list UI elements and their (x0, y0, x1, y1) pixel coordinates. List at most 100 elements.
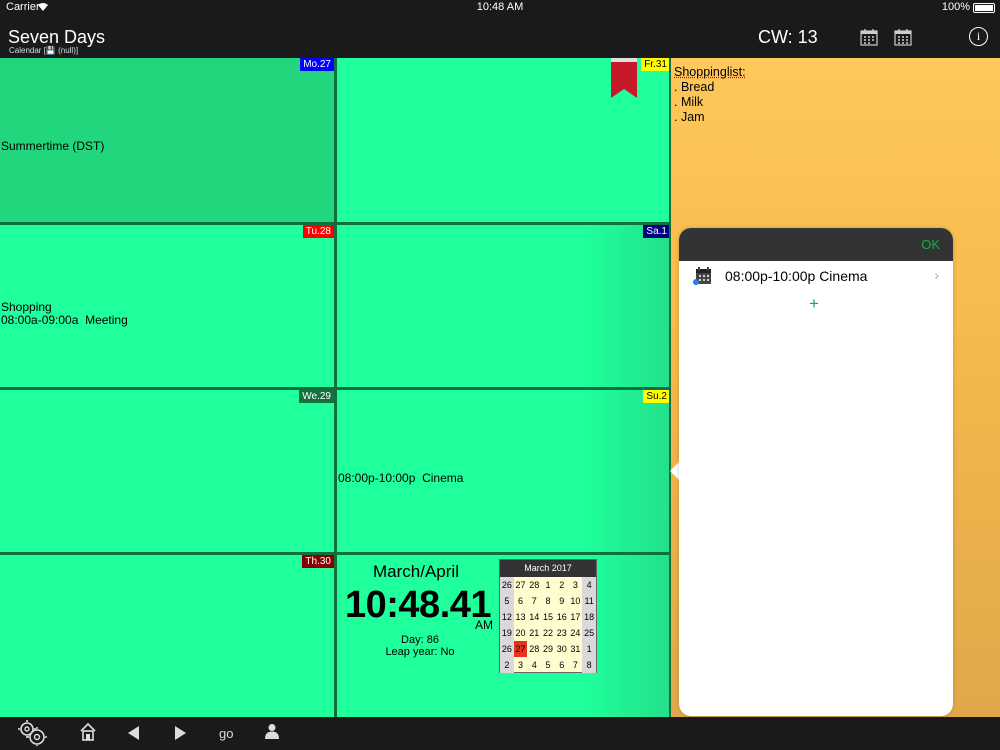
day-badge: Su.2 (643, 390, 670, 403)
next-arrow-icon[interactable] (174, 726, 186, 740)
mini-calendar-day[interactable]: 25 (582, 625, 596, 641)
mini-calendar-day[interactable]: 10 (569, 593, 583, 609)
previous-arrow-icon[interactable] (128, 726, 140, 740)
mini-calendar-day[interactable]: 2 (500, 657, 514, 673)
mini-calendar-day[interactable]: 29 (541, 641, 555, 657)
note-content: Shoppinglist: . Bread . Milk . Jam (674, 65, 746, 125)
day-entries: 08:00p-10:00p Cinema (338, 471, 464, 485)
mini-calendar-day[interactable]: 30 (555, 641, 569, 657)
note-line: . Bread (674, 80, 715, 94)
day-badge: We.29 (299, 390, 334, 403)
mini-calendar-day[interactable]: 23 (555, 625, 569, 641)
mini-calendar-day[interactable]: 22 (541, 625, 555, 641)
day-badge: Mo.27 (300, 58, 334, 71)
mini-calendar-day[interactable]: 27 (513, 641, 528, 657)
event-popover: OK 08:00p-10:00p Cinema › + (679, 228, 953, 716)
calendar-subtitle: Calendar [💾 (null)] (9, 46, 79, 55)
popover-header: OK (679, 228, 953, 261)
clock-day-info: Day: 86 Leap year: No (346, 634, 494, 658)
day-badge: Th.30 (302, 555, 334, 568)
settings-gears-icon[interactable] (17, 720, 47, 746)
note-line: . Jam (674, 110, 705, 124)
mini-calendar-day[interactable]: 24 (569, 625, 583, 641)
mini-calendar-day[interactable]: 16 (555, 609, 569, 625)
mini-calendar-day[interactable]: 21 (527, 625, 541, 641)
day-cell-sunday[interactable]: Su.2 08:00p-10:00p Cinema (337, 390, 670, 552)
user-icon[interactable] (265, 723, 279, 739)
mini-calendar-day[interactable]: 15 (541, 609, 555, 625)
mini-calendar-day[interactable]: 3 (569, 577, 583, 593)
battery-icon (973, 3, 995, 13)
mini-calendar-day[interactable]: 27 (514, 577, 528, 593)
grid-divider (0, 387, 671, 390)
day-cell-saturday[interactable]: Sa.1 (337, 225, 670, 387)
day-badge: Sa.1 (643, 225, 670, 238)
mini-calendar-day[interactable]: 5 (500, 593, 514, 609)
clock-time: 10:48.41 (345, 584, 492, 626)
mini-calendar-day[interactable]: 9 (555, 593, 569, 609)
mini-calendar-day[interactable]: 19 (500, 625, 514, 641)
app-title: Seven Days (8, 27, 106, 47)
info-icon[interactable]: i (969, 27, 988, 46)
day-entries: Summertime (DST) (1, 139, 105, 153)
calendar-event-icon (693, 267, 711, 285)
mini-calendar-day[interactable]: 17 (569, 609, 583, 625)
day-cell-tuesday[interactable]: Tu.28 Shopping 08:00a-09:00a Meeting (0, 225, 334, 387)
mini-calendar-day[interactable]: 18 (582, 609, 596, 625)
mini-calendar-day[interactable]: 8 (582, 657, 596, 673)
grid-divider (0, 222, 671, 225)
month-calendar-icon[interactable] (894, 28, 912, 46)
mini-calendar-day[interactable]: 6 (514, 593, 528, 609)
mini-calendar-day[interactable]: 12 (500, 609, 514, 625)
add-event-button[interactable]: + (809, 294, 819, 314)
mini-calendar-day[interactable]: 26 (500, 577, 514, 593)
note-line: . Milk (674, 95, 704, 109)
mini-calendar-day[interactable]: 1 (582, 641, 596, 657)
day-cell-monday[interactable]: Mo.27 Summertime (DST) (0, 58, 334, 222)
day-number: Day: 86 (401, 634, 439, 646)
day-badge: Tu.28 (302, 225, 334, 238)
note-heading: Shoppinglist: (674, 65, 746, 79)
event-row[interactable]: 08:00p-10:00p Cinema › (693, 266, 943, 288)
mini-calendar-day[interactable]: 8 (541, 593, 555, 609)
mini-calendar-day[interactable]: 4 (527, 657, 541, 673)
mini-calendar-day[interactable]: 4 (582, 577, 596, 593)
status-bar: Carrier 10:48 AM 100% (0, 0, 1000, 15)
mini-calendar-day[interactable]: 1 (541, 577, 555, 593)
mini-calendar-day[interactable]: 13 (514, 609, 528, 625)
popover-arrow (670, 462, 679, 480)
mini-calendar-day[interactable]: 31 (569, 641, 583, 657)
battery-percent: 100% (941, 1, 970, 13)
event-text: 08:00p-10:00p Cinema (725, 268, 868, 284)
mini-calendar-grid: 26 27 28 1 2 3 4 5 6 7 8 9 10 11 12 13 14 15 16 17 18 19 20 21 2… (500, 577, 596, 673)
mini-calendar-day[interactable]: 6 (555, 657, 569, 673)
chevron-right-icon: › (934, 267, 939, 283)
mini-calendar-day[interactable]: 11 (582, 593, 596, 609)
bottom-toolbar: go (0, 717, 1000, 750)
mini-calendar-day[interactable]: 28 (527, 641, 541, 657)
mini-calendar-day[interactable]: 7 (569, 657, 583, 673)
mini-calendar-day[interactable]: 7 (527, 593, 541, 609)
bookmark-icon[interactable] (610, 58, 638, 98)
mini-calendar[interactable]: March 2017 26 27 28 1 2 3 4 5 6 7 8 9 10 11 12 13 14 15 16… (499, 559, 597, 673)
mini-calendar-title: March 2017 (500, 560, 596, 577)
clock-month: March/April (373, 562, 459, 581)
mini-calendar-day[interactable]: 28 (527, 577, 541, 593)
mini-calendar-day[interactable]: 20 (514, 625, 528, 641)
clock-ampm: AM (475, 618, 493, 632)
mini-calendar-day[interactable]: 26 (500, 641, 514, 657)
calendar-icon[interactable] (860, 28, 878, 46)
day-entries: Shopping 08:00a-09:00a Meeting (1, 300, 128, 327)
mini-calendar-day[interactable]: 14 (527, 609, 541, 625)
day-cell-thursday[interactable]: Th.30 (0, 555, 334, 717)
ok-button[interactable]: OK (921, 237, 940, 252)
calendar-week-label: CW: 13 (758, 27, 818, 47)
mini-calendar-day[interactable]: 5 (541, 657, 555, 673)
grid-divider (0, 552, 671, 555)
day-cell-wednesday[interactable]: We.29 (0, 390, 334, 552)
mini-calendar-day[interactable]: 3 (514, 657, 528, 673)
mini-calendar-day[interactable]: 2 (555, 577, 569, 593)
status-time: 10:48 AM (476, 1, 524, 13)
go-button[interactable]: go (219, 726, 233, 741)
home-icon[interactable] (80, 723, 96, 741)
